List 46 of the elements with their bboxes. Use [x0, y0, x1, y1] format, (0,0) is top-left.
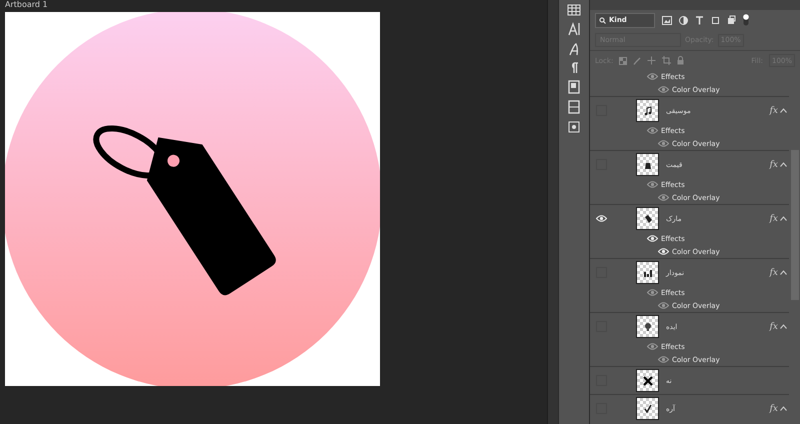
adjustments-icon[interactable]: [567, 120, 581, 134]
caret-icon[interactable]: [780, 270, 787, 274]
fx-badge[interactable]: fx: [770, 160, 778, 170]
caret-icon[interactable]: [780, 216, 787, 220]
eye-icon[interactable]: [658, 140, 669, 147]
eye-icon[interactable]: [658, 302, 669, 309]
eye-icon[interactable]: [647, 181, 658, 188]
shape-icon[interactable]: [711, 16, 720, 24]
layer-thumbnail: [636, 207, 659, 230]
fx-badge[interactable]: fx: [770, 322, 778, 332]
fx-badge[interactable]: fx: [770, 268, 778, 278]
table-icon[interactable]: [567, 4, 581, 16]
caret-icon[interactable]: [780, 324, 787, 328]
fx-badge[interactable]: fx: [770, 404, 778, 414]
fx-badge[interactable]: fx: [770, 214, 778, 224]
fx-badge[interactable]: fx: [770, 106, 778, 116]
caret-icon[interactable]: [780, 108, 787, 112]
layer-thumbnail: [636, 153, 659, 176]
layer-thumbnail: [636, 315, 659, 338]
book-icon[interactable]: [567, 80, 581, 94]
layer-thumbnail: [636, 369, 659, 392]
eye-icon[interactable]: [647, 73, 658, 80]
search-icon: [599, 16, 606, 24]
layer-thumbnail: [636, 99, 659, 122]
half-circle-icon[interactable]: [679, 16, 688, 24]
panel-icon[interactable]: [567, 100, 581, 114]
eye-icon[interactable]: [658, 194, 669, 201]
layer-thumbnail: [636, 397, 659, 420]
eye-icon[interactable]: [647, 343, 658, 350]
layer-thumbnail: [636, 261, 659, 284]
type-icon[interactable]: [695, 16, 704, 24]
caret-icon[interactable]: [780, 406, 787, 410]
character-icon[interactable]: [567, 22, 581, 36]
toggle-icon[interactable]: [743, 14, 749, 26]
glyphs-icon[interactable]: [567, 42, 581, 56]
eye-icon[interactable]: [647, 127, 658, 134]
artboard-title: Artboard 1: [5, 0, 49, 11]
paragraph-icon[interactable]: [569, 62, 579, 74]
eye-icon[interactable]: [658, 356, 669, 363]
eye-icon[interactable]: [647, 289, 658, 296]
image-icon[interactable]: [662, 16, 672, 24]
checkerboard-icon[interactable]: [619, 56, 628, 64]
eye-icon[interactable]: [658, 86, 669, 93]
visibility-eye-icon[interactable]: [596, 215, 606, 222]
smart-object-icon[interactable]: [727, 15, 736, 25]
caret-icon[interactable]: [780, 162, 787, 166]
